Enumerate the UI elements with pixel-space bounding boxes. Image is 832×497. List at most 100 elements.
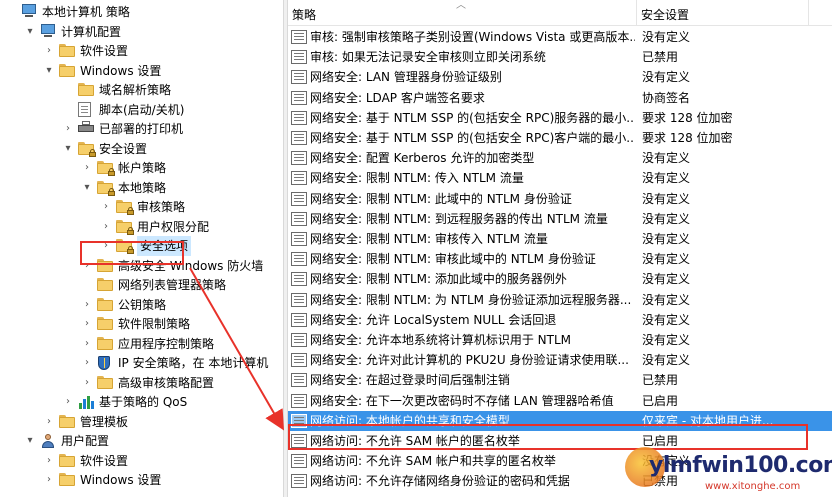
policy-row[interactable]: 网络安全: 在超过登录时间后强制注销 已禁用 bbox=[288, 370, 832, 390]
tree-node[interactable]: 本地计算机 策略 bbox=[0, 2, 283, 22]
policy-name: 网络安全: 在超过登录时间后强制注销 bbox=[310, 373, 510, 388]
policy-row[interactable]: 网络安全: LAN 管理器身份验证级别 没有定义 bbox=[288, 67, 832, 87]
policy-row[interactable]: 审核: 如果无法记录安全审核则立即关闭系统 已禁用 bbox=[288, 47, 832, 67]
policy-row[interactable]: 网络安全: 限制 NTLM: 审核此域中的 NTLM 身份验证 没有定义 bbox=[288, 249, 832, 269]
security-folder-icon bbox=[97, 180, 115, 196]
collapsed-chevron-icon[interactable]: › bbox=[43, 451, 55, 471]
tree-node[interactable]: 域名解析策略 bbox=[0, 80, 283, 100]
policy-name: 网络安全: 限制 NTLM: 审核此域中的 NTLM 身份验证 bbox=[310, 252, 596, 267]
policy-setting-value: 没有定义 bbox=[642, 312, 691, 327]
tree-node[interactable]: › 公钥策略 bbox=[0, 295, 283, 315]
collapsed-chevron-icon[interactable]: › bbox=[81, 334, 93, 354]
tree-node[interactable]: ▾ Windows 设置 bbox=[0, 61, 283, 81]
collapsed-chevron-icon[interactable]: › bbox=[43, 41, 55, 61]
tree-node[interactable]: › Windows 设置 bbox=[0, 470, 283, 490]
tree-node[interactable]: › 基于策略的 QoS bbox=[0, 392, 283, 412]
column-header-setting[interactable]: 安全设置 bbox=[637, 0, 817, 26]
tree-node[interactable]: 网络列表管理器策略 bbox=[0, 275, 283, 295]
policy-row[interactable]: 网络安全: LDAP 客户端签名要求 协商签名 bbox=[288, 88, 832, 108]
policy-name: 审核: 如果无法记录安全审核则立即关闭系统 bbox=[310, 50, 546, 65]
tree-node[interactable]: ▾ 计算机配置 bbox=[0, 22, 283, 42]
column-divider[interactable] bbox=[808, 0, 809, 26]
policy-icon bbox=[291, 292, 307, 307]
tree-node[interactable]: › 用户权限分配 bbox=[0, 217, 283, 237]
tree-node[interactable]: › 已部署的打印机 bbox=[0, 119, 283, 139]
policy-icon bbox=[291, 70, 307, 85]
collapsed-chevron-icon[interactable]: › bbox=[62, 119, 74, 139]
tree-node[interactable]: › 软件设置 bbox=[0, 41, 283, 61]
policy-row[interactable]: 网络安全: 基于 NTLM SSP 的(包括安全 RPC)服务器的最小... 要求… bbox=[288, 108, 832, 128]
tree-node-label: 公钥策略 bbox=[118, 297, 167, 312]
policy-setting-value: 没有定义 bbox=[642, 232, 691, 246]
policy-row[interactable]: 网络安全: 基于 NTLM SSP 的(包括安全 RPC)客户端的最小... 要求… bbox=[288, 128, 832, 148]
policy-icon bbox=[291, 232, 307, 246]
policy-row[interactable]: 网络安全: 配置 Kerberos 允许的加密类型 没有定义 bbox=[288, 148, 832, 168]
tree-node[interactable]: › 管理模板 bbox=[0, 412, 283, 432]
tree-node[interactable]: › 软件限制策略 bbox=[0, 314, 283, 334]
policy-setting-value: 没有定义 bbox=[642, 30, 691, 44]
policy-setting-value: 要求 128 位加密 bbox=[642, 131, 733, 145]
tree-node[interactable]: › 高级审核策略配置 bbox=[0, 373, 283, 393]
computer-icon bbox=[40, 23, 56, 40]
policy-row[interactable]: 网络安全: 在下一次更改密码时不存储 LAN 管理器哈希值 已启用 bbox=[288, 391, 832, 411]
policy-row[interactable]: 网络安全: 限制 NTLM: 传入 NTLM 流量 没有定义 bbox=[288, 168, 832, 188]
policy-row[interactable]: 网络安全: 允许本地系统将计算机标识用于 NTLM 没有定义 bbox=[288, 330, 832, 350]
tree-node[interactable]: › 应用程序控制策略 bbox=[0, 334, 283, 354]
tree-node[interactable]: 脚本(启动/关机) bbox=[0, 100, 283, 120]
printer-icon bbox=[78, 121, 94, 137]
collapsed-chevron-icon[interactable]: › bbox=[43, 412, 55, 432]
collapsed-chevron-icon[interactable]: › bbox=[81, 353, 93, 373]
column-header-policy[interactable]: 策略 bbox=[288, 0, 636, 26]
policy-row[interactable]: 审核: 强制审核策略子类别设置(Windows Vista 或更高版本... 没有… bbox=[288, 27, 832, 47]
policy-row[interactable]: 网络安全: 允许对此计算机的 PKU2U 身份验证请求使用联... 没有定义 bbox=[288, 350, 832, 370]
collapsed-chevron-icon[interactable]: › bbox=[62, 392, 74, 412]
tree-node[interactable]: ▾ 用户配置 bbox=[0, 431, 283, 451]
collapsed-chevron-icon[interactable]: › bbox=[100, 197, 112, 217]
user-icon bbox=[40, 433, 56, 449]
policy-name: 网络安全: 限制 NTLM: 传入 NTLM 流量 bbox=[310, 171, 524, 186]
collapsed-chevron-icon[interactable]: › bbox=[100, 217, 112, 237]
expanded-chevron-icon[interactable]: ▾ bbox=[24, 431, 36, 451]
collapsed-chevron-icon[interactable]: › bbox=[81, 373, 93, 393]
policy-setting-value: 已禁用 bbox=[642, 50, 679, 65]
tree-node[interactable]: ▾ 安全设置 bbox=[0, 139, 283, 159]
shield-icon bbox=[97, 355, 113, 371]
policy-name: 网络安全: LAN 管理器身份验证级别 bbox=[310, 70, 502, 85]
expanded-chevron-icon[interactable]: ▾ bbox=[62, 139, 74, 159]
policy-setting-value: 没有定义 bbox=[642, 353, 691, 368]
policy-row[interactable]: 网络安全: 限制 NTLM: 为 NTLM 身份验证添加远程服务器... 没有定义 bbox=[288, 290, 832, 310]
tree-node[interactable]: › 帐户策略 bbox=[0, 158, 283, 178]
tree-node[interactable]: ▾ 本地策略 bbox=[0, 178, 283, 198]
collapsed-chevron-icon[interactable]: › bbox=[81, 158, 93, 178]
policy-icon bbox=[291, 171, 307, 186]
policy-name: 网络安全: 限制 NTLM: 为 NTLM 身份验证添加远程服务器... bbox=[310, 292, 632, 307]
policy-name: 网络安全: 允许本地系统将计算机标识用于 NTLM bbox=[310, 333, 572, 347]
policy-icon bbox=[291, 50, 307, 65]
expanded-chevron-icon[interactable]: ▾ bbox=[43, 61, 55, 81]
collapsed-chevron-icon[interactable]: › bbox=[81, 295, 93, 315]
policy-icon bbox=[291, 393, 307, 408]
policy-icon bbox=[291, 211, 307, 226]
folder-icon bbox=[97, 277, 113, 293]
policy-setting-value: 没有定义 bbox=[642, 151, 691, 166]
watermark: ylmfwin100.com www.xitonghe.com bbox=[625, 447, 832, 497]
collapsed-chevron-icon[interactable]: › bbox=[43, 470, 55, 490]
tree-node[interactable]: › 软件设置 bbox=[0, 451, 283, 471]
tree-node-label: 审核策略 bbox=[137, 200, 186, 214]
document-icon bbox=[78, 101, 94, 118]
policy-row[interactable]: 网络安全: 限制 NTLM: 添加此域中的服务器例外 没有定义 bbox=[288, 269, 832, 289]
tree-node-label: 网络列表管理器策略 bbox=[118, 278, 227, 292]
folder-icon bbox=[59, 453, 75, 469]
policy-row[interactable]: 网络安全: 限制 NTLM: 到远程服务器的传出 NTLM 流量 没有定义 bbox=[288, 209, 832, 229]
tree-node[interactable]: › 审核策略 bbox=[0, 197, 283, 217]
policy-icon bbox=[291, 454, 307, 469]
policy-setting-value: 没有定义 bbox=[642, 292, 691, 307]
policy-row[interactable]: 网络安全: 限制 NTLM: 审核传入 NTLM 流量 没有定义 bbox=[288, 229, 832, 249]
collapsed-chevron-icon[interactable]: › bbox=[81, 314, 93, 334]
tree-node[interactable]: › IP 安全策略，在 本地计算机 bbox=[0, 353, 283, 373]
expanded-chevron-icon[interactable]: ▾ bbox=[81, 178, 93, 198]
policy-row[interactable]: 网络安全: 限制 NTLM: 此域中的 NTLM 身份验证 没有定义 bbox=[288, 189, 832, 209]
security-folder-icon bbox=[97, 160, 115, 176]
policy-row[interactable]: 网络安全: 允许 LocalSystem NULL 会话回退 没有定义 bbox=[288, 310, 832, 330]
expanded-chevron-icon[interactable]: ▾ bbox=[24, 22, 36, 42]
